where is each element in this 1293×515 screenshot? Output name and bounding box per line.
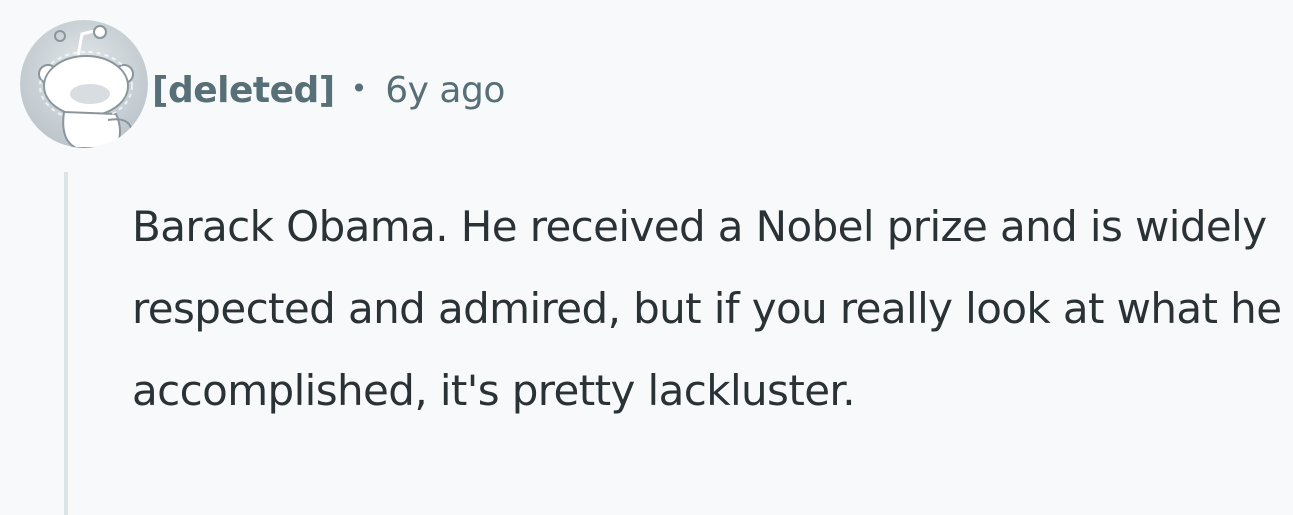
author-name[interactable]: [deleted] <box>152 70 335 111</box>
comment-header: [deleted] • 6y ago <box>152 64 505 116</box>
comment: [deleted] • 6y ago Barack Obama. He rece… <box>0 0 1293 515</box>
avatar[interactable] <box>20 20 148 148</box>
comment-age[interactable]: 6y ago <box>385 70 505 111</box>
comment-text: Barack Obama. He received a Nobel prize … <box>132 202 1282 415</box>
comment-body: Barack Obama. He received a Nobel prize … <box>132 186 1282 432</box>
thread-line[interactable] <box>64 172 68 515</box>
snoo-deleted-avatar-icon <box>20 20 148 148</box>
meta-separator: • <box>350 71 368 105</box>
